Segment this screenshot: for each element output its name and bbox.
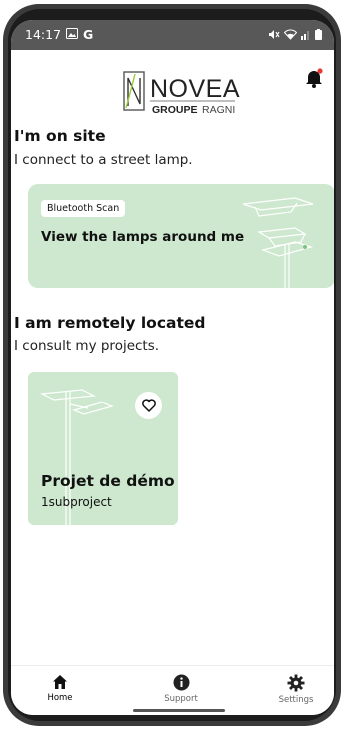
notification-bell-icon[interactable] — [303, 66, 325, 90]
project-subproject-count: 1subproject — [41, 495, 112, 509]
heart-icon — [141, 399, 156, 412]
remote-subtitle: I consult my projects. — [14, 338, 160, 354]
favorite-button[interactable] — [135, 392, 162, 419]
nav-settings[interactable]: Settings — [261, 674, 331, 705]
street-lamps-illustration — [242, 197, 314, 288]
app-screen: 14:17 G NOVEA GROUPE RAGNI I'm on site I… — [11, 20, 334, 715]
nav-home-label: Home — [47, 693, 73, 703]
home-indicator[interactable] — [133, 709, 225, 712]
on-site-subtitle: I connect to a street lamp. — [14, 152, 193, 168]
mute-icon — [268, 28, 280, 43]
battery-icon — [315, 28, 322, 43]
svg-text:RAGNI: RAGNI — [202, 104, 235, 116]
image-icon — [66, 27, 79, 42]
home-icon — [53, 675, 67, 689]
bottom-navigation: Home Support Settings — [11, 665, 334, 715]
gear-icon — [287, 674, 305, 692]
svg-text:NOVEA: NOVEA — [150, 75, 240, 103]
signal-icon — [301, 28, 311, 43]
project-card[interactable]: Projet de démo 1subproject — [28, 372, 178, 525]
novea-logo: NOVEA GROUPE RAGNI — [123, 70, 245, 122]
info-icon — [173, 674, 189, 691]
nav-home[interactable]: Home — [25, 674, 95, 703]
status-time: 14:17 — [25, 27, 62, 42]
svg-text:GROUPE: GROUPE — [152, 104, 198, 116]
wifi-icon — [283, 28, 298, 43]
on-site-title: I'm on site — [14, 127, 106, 145]
status-bar: 14:17 G — [11, 20, 334, 50]
bluetooth-scan-card[interactable]: Bluetooth Scan View the lamps around me — [28, 184, 334, 288]
project-name: Projet de démo — [41, 472, 175, 490]
remote-title: I am remotely located — [14, 314, 206, 332]
nav-support-label: Support — [164, 694, 198, 704]
google-g-icon: G — [83, 27, 94, 42]
bluetooth-scan-badge: Bluetooth Scan — [41, 200, 126, 217]
nav-support[interactable]: Support — [146, 674, 216, 704]
scan-card-title: View the lamps around me — [41, 229, 245, 245]
app-header: NOVEA GROUPE RAGNI — [11, 50, 334, 120]
nav-settings-label: Settings — [278, 695, 314, 705]
